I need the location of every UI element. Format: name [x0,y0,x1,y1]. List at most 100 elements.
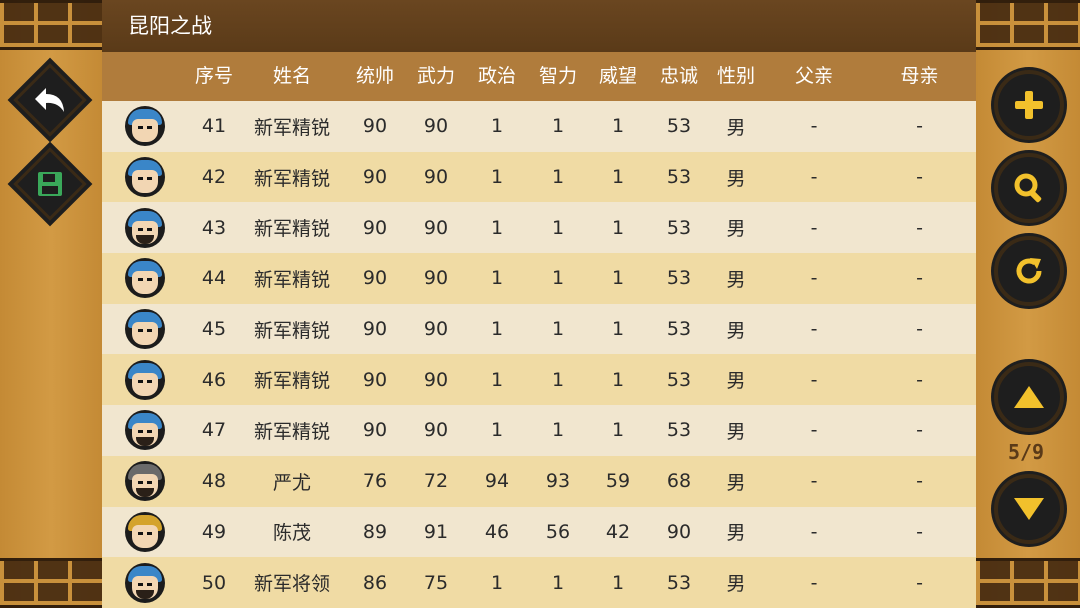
cell-id: 49 [201,520,227,543]
table-row[interactable]: 44 新军精锐 90 90 1 1 1 53 男 - - [102,253,976,304]
save-button[interactable] [24,158,76,210]
cell-name: 严尤 [272,471,311,494]
cell-loyal: 53 [666,318,692,341]
right-panel: 5/9 [976,0,1080,608]
table-row[interactable]: 49 陈茂 89 91 46 56 42 90 男 - - [102,506,976,558]
cell-loyal: 90 [666,520,692,543]
avatar-cell [120,253,170,304]
col-header-leadership[interactable]: 统帅 [345,52,405,101]
col-header-sex[interactable]: 性别 [708,52,764,101]
cell-pres: 1 [611,267,625,290]
cell-loyal: 53 [666,216,692,239]
cell-father: - [810,571,818,594]
plus-icon [1015,91,1043,119]
cell-int: 1 [551,216,565,239]
cell-mother: - [916,318,923,341]
cell-name: 新军精锐 [253,420,330,443]
cell-pres: 1 [611,318,625,341]
col-header-loyalty[interactable]: 忠诚 [649,52,709,101]
cell-pres: 1 [611,368,625,391]
cell-pol: 1 [490,267,504,290]
cell-sex: 男 [726,522,746,545]
search-button[interactable] [994,153,1064,223]
triangle-down-icon [1014,498,1044,520]
col-header-name[interactable]: 姓名 [242,52,342,101]
cell-pol: 1 [490,571,504,594]
cell-name: 新军精锐 [253,370,330,393]
fret-ornament [0,0,102,50]
left-panel [0,0,102,608]
cell-pres: 1 [611,115,625,138]
fret-ornament [976,558,1080,608]
col-header-prestige[interactable]: 威望 [588,52,648,101]
cell-int: 1 [551,571,565,594]
cell-lead: 90 [362,166,388,189]
cell-id: 41 [201,115,227,138]
cell-lead: 86 [362,571,388,594]
cell-pres: 1 [611,166,625,189]
cell-war: 90 [423,267,449,290]
table-header: 序号 姓名 统帅 武力 政治 智力 威望 忠诚 性别 父亲 母亲 [102,52,976,101]
col-header-intelligence[interactable]: 智力 [528,52,588,101]
refresh-button[interactable] [994,236,1064,306]
cell-father: - [810,318,818,341]
table-row[interactable]: 45 新军精锐 90 90 1 1 1 53 男 - - [102,303,976,355]
cell-war: 90 [423,419,449,442]
cell-sex: 男 [726,167,746,190]
cell-loyal: 53 [666,166,692,189]
add-button[interactable] [994,70,1064,140]
cell-loyal: 53 [666,368,692,391]
fret-ornament [976,0,1080,50]
avatar [125,309,165,350]
cell-id: 42 [201,166,227,189]
avatar-cell [120,354,170,405]
cell-war: 90 [423,166,449,189]
cell-loyal: 53 [666,267,692,290]
cell-father: - [810,166,818,189]
col-header-mother[interactable]: 母亲 [877,52,962,101]
cell-int: 93 [545,470,571,493]
table-row[interactable]: 46 新军精锐 90 90 1 1 1 53 男 - - [102,354,976,406]
table-row[interactable]: 50 新军将领 86 75 1 1 1 53 男 - - [102,557,976,608]
cell-war: 90 [423,318,449,341]
cell-war: 90 [423,368,449,391]
back-button[interactable] [24,74,76,126]
col-header-father[interactable]: 父亲 [774,52,854,101]
avatar-cell [120,507,170,558]
cell-mother: - [916,216,923,239]
cell-mother: - [916,368,923,391]
cell-pol: 1 [490,115,504,138]
cell-mother: - [916,115,923,138]
table-row[interactable]: 41 新军精锐 90 90 1 1 1 53 男 - - [102,101,976,152]
col-header-politics[interactable]: 政治 [467,52,527,101]
cell-loyal: 53 [666,571,692,594]
col-header-id[interactable]: 序号 [186,52,242,101]
cell-lead: 89 [362,520,388,543]
cell-id: 50 [201,571,227,594]
cell-name: 新军精锐 [253,167,330,190]
cell-int: 1 [551,115,565,138]
cell-pol: 94 [484,470,510,493]
table-row[interactable]: 47 新军精锐 90 90 1 1 1 53 男 - - [102,405,976,456]
avatar [125,157,165,198]
cell-name: 陈茂 [272,522,311,545]
cell-sex: 男 [726,573,746,596]
page-up-button[interactable] [994,362,1064,432]
avatar [125,511,165,552]
cell-war: 75 [423,571,449,594]
cell-sex: 男 [726,116,746,139]
cell-mother: - [916,470,923,493]
cell-pres: 1 [611,419,625,442]
page-indicator: 5/9 [1007,440,1045,464]
table-row[interactable]: 48 严尤 76 72 94 93 59 68 男 - - [102,455,976,507]
cell-father: - [810,267,818,290]
page-down-button[interactable] [994,474,1064,544]
avatar [125,410,165,451]
fret-ornament [0,558,102,608]
magnifier-icon [1014,173,1042,203]
table-row[interactable]: 42 新军精锐 90 90 1 1 1 53 男 - - [102,151,976,203]
table-row[interactable]: 43 新军精锐 90 90 1 1 1 53 男 - - [102,202,976,254]
avatar [125,359,165,400]
cell-int: 1 [551,267,565,290]
col-header-war[interactable]: 武力 [406,52,466,101]
